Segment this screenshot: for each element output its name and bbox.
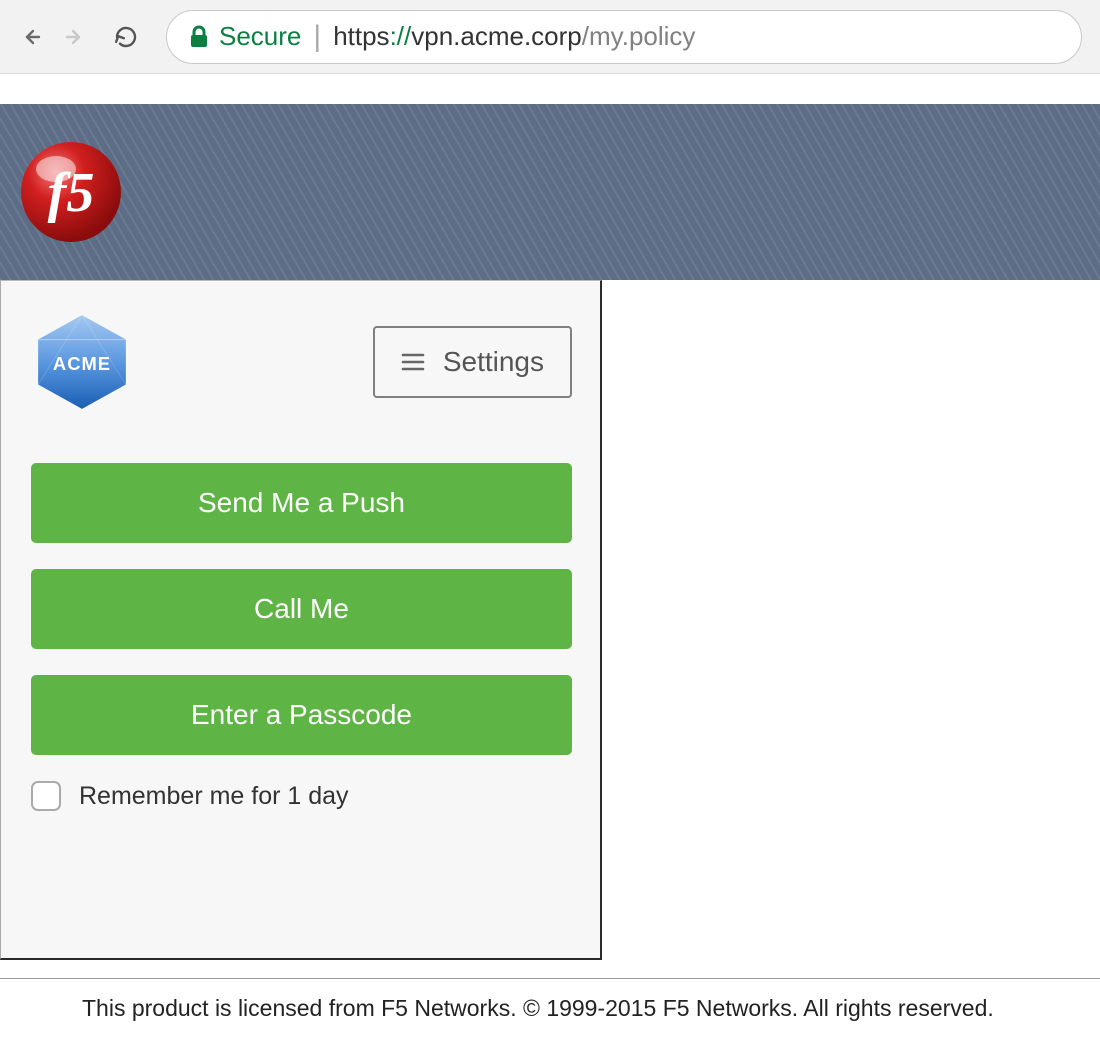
reload-icon xyxy=(114,23,138,51)
settings-button[interactable]: Settings xyxy=(373,326,572,398)
remember-me-checkbox[interactable] xyxy=(31,781,61,811)
back-button[interactable] xyxy=(18,25,42,49)
settings-button-label: Settings xyxy=(443,346,544,378)
arrow-left-icon xyxy=(18,23,42,51)
secure-label: Secure xyxy=(219,21,301,52)
reload-button[interactable] xyxy=(114,25,138,49)
url-protocol: https xyxy=(333,21,389,51)
send-push-button[interactable]: Send Me a Push xyxy=(31,463,572,543)
enter-passcode-button[interactable]: Enter a Passcode xyxy=(31,675,572,755)
url-host: vpn.acme.corp xyxy=(411,21,582,51)
call-me-button[interactable]: Call Me xyxy=(31,569,572,649)
address-bar[interactable]: Secure | https://vpn.acme.corp/my.policy xyxy=(166,10,1082,64)
page-banner: f5 xyxy=(0,104,1100,280)
svg-text:f5: f5 xyxy=(48,162,95,224)
forward-button[interactable] xyxy=(64,25,88,49)
lock-icon xyxy=(189,25,209,49)
f5-logo: f5 xyxy=(18,139,124,245)
mfa-panel: ACME Settings Send Me a Push Call Me Ent… xyxy=(0,280,602,960)
svg-text:ACME: ACME xyxy=(53,353,111,374)
url-text: https://vpn.acme.corp/my.policy xyxy=(333,21,695,52)
url-path: /my.policy xyxy=(582,21,696,51)
remember-me-label: Remember me for 1 day xyxy=(79,782,349,811)
hamburger-icon xyxy=(401,352,425,372)
browser-toolbar: Secure | https://vpn.acme.corp/my.policy xyxy=(0,0,1100,74)
arrow-right-icon xyxy=(64,23,88,51)
content-right-blank xyxy=(602,280,1100,960)
footer-text: This product is licensed from F5 Network… xyxy=(0,979,1100,1022)
url-separator: | xyxy=(313,20,321,54)
acme-logo: ACME xyxy=(31,311,133,413)
